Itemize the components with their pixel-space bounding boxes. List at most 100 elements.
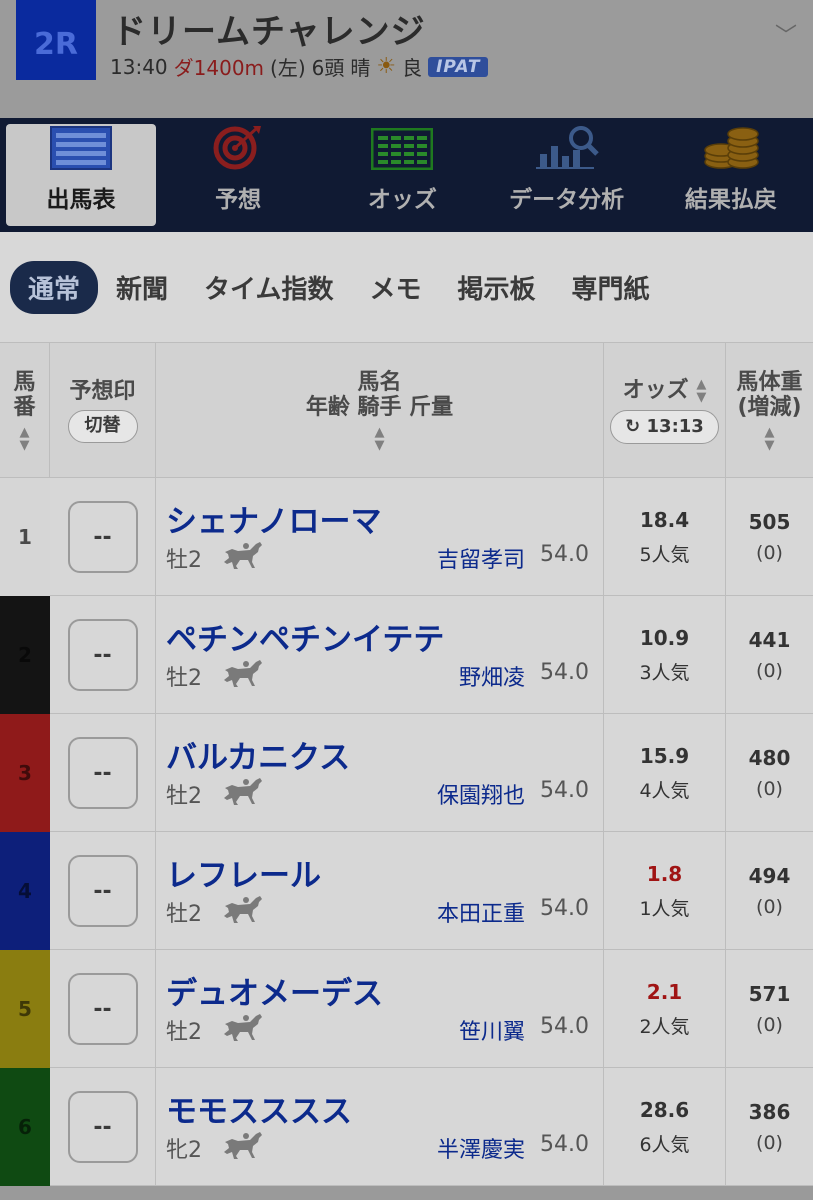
tab-race-card[interactable]: 出馬表 — [6, 124, 156, 226]
odds-value: 10.9 — [639, 625, 690, 650]
horse-name-link[interactable]: モモスススス — [166, 1086, 352, 1131]
race-card-icon — [50, 124, 112, 170]
subtab-time-index[interactable]: タイム指数 — [186, 261, 351, 314]
chevron-down-icon[interactable]: ﹀ — [775, 18, 797, 50]
odds-cell[interactable]: 18.4 5人気 — [604, 478, 726, 596]
prediction-mark-cell: -- — [50, 832, 156, 950]
header-body-weight[interactable]: 馬体重 (増減) ▲ ▼ — [726, 343, 813, 479]
race-title: ドリームチャレンジ — [112, 12, 426, 52]
table-row[interactable]: 2 -- ペチンペチンイテテ 牡2 野畑凌 54.0 10.9 3人気 441 (0) — [0, 596, 813, 714]
tab-label: 結果払戻 — [684, 187, 777, 213]
ipat-badge[interactable]: IPAT — [428, 56, 489, 77]
subtab-board[interactable]: 掲示板 — [440, 261, 554, 314]
prediction-mark-button[interactable]: -- — [67, 501, 138, 573]
prediction-mark-cell: -- — [50, 596, 156, 714]
jockey-name-link[interactable]: 吉留孝司 — [437, 542, 525, 574]
race-course: ダ1400m — [173, 56, 265, 80]
popularity: 4人気 — [639, 779, 690, 802]
odds-value: 15.9 — [639, 743, 690, 768]
body-weight: 494 — [748, 864, 791, 888]
prediction-mark-button[interactable]: -- — [67, 1091, 138, 1163]
odds-cell[interactable]: 15.9 4人気 — [604, 714, 726, 832]
carried-weight: 54.0 — [540, 660, 589, 685]
prediction-mark-button[interactable]: -- — [67, 855, 138, 927]
refresh-icon: ↻ — [625, 415, 641, 437]
header-horse-name[interactable]: 馬名 年齢 騎手 斤量 ▲ ▼ — [156, 343, 604, 479]
gate-number: 3 — [0, 714, 50, 832]
header-odds[interactable]: オッズ ▲ ▼ ↻ 13:13 — [604, 343, 726, 479]
subtab-memo[interactable]: メモ — [352, 261, 440, 314]
header-horse-number[interactable]: 馬 番 ▲ ▼ — [0, 343, 50, 479]
horse-name-link[interactable]: バルカニクス — [166, 732, 350, 777]
carried-weight: 54.0 — [540, 778, 589, 803]
carried-weight: 54.0 — [540, 1014, 589, 1039]
jockey-name-link[interactable]: 笹川翼 — [459, 1014, 525, 1046]
gate-number: 1 — [0, 478, 50, 596]
odds-grid-icon — [371, 122, 434, 170]
jockey-horse-icon — [222, 894, 266, 924]
sex-age: 牡2 — [166, 1020, 202, 1045]
tab-results[interactable]: 結果払戻 — [649, 118, 813, 232]
popularity: 2人気 — [639, 1015, 690, 1038]
race-weather: 晴 — [350, 56, 371, 80]
odds-cell[interactable]: 10.9 3人気 — [604, 596, 726, 714]
sort-icon: ▲ ▼ — [374, 425, 385, 454]
odds-cell[interactable]: 1.8 1人気 — [604, 832, 726, 950]
table-row[interactable]: 5 -- デュオメーデス牡2 笹川翼 54.0 2.1 2人気 571 (0) — [0, 950, 813, 1068]
jockey-horse-icon — [222, 658, 266, 688]
table-row[interactable]: 6 -- モモスススス 牝2 半澤慶実 54.0 28.6 6人気 386 (0) — [0, 1068, 813, 1186]
jockey-name-link[interactable]: 野畑凌 — [459, 660, 525, 692]
race-runners: 6頭 — [311, 56, 345, 80]
popularity: 3人気 — [639, 661, 690, 684]
odds-refresh-button[interactable]: ↻ 13:13 — [610, 409, 719, 445]
body-weight-cell: 386 (0) — [726, 1068, 813, 1186]
gate-number: 2 — [0, 596, 50, 714]
gate-number: 5 — [0, 950, 50, 1068]
sex-age: 牡2 — [166, 902, 202, 927]
jockey-name-link[interactable]: 保園翔也 — [437, 778, 525, 810]
body-weight-change: (0) — [756, 1132, 783, 1154]
tab-data-analysis[interactable]: データ分析 — [485, 118, 649, 232]
jockey-horse-icon — [222, 1012, 266, 1042]
odds-value: 18.4 — [639, 507, 690, 532]
prediction-mark-cell: -- — [50, 714, 156, 832]
target-icon — [213, 122, 263, 170]
race-number-badge: 2R — [16, 0, 96, 80]
horse-name-link[interactable]: ペチンペチンイテテ — [166, 614, 444, 659]
subtab-newspaper[interactable]: 新聞 — [98, 261, 186, 314]
tab-odds[interactable]: オッズ — [320, 118, 484, 232]
table-header: 馬 番 ▲ ▼ 予想印 切替 馬名 年齢 騎手 斤量 ▲ ▼ オッズ ▲ ▼ ↻ 13… — [0, 342, 813, 479]
sub-nav: 通常 新聞 タイム指数 メモ 掲示板 専門紙 — [0, 232, 813, 342]
jockey-name-link[interactable]: 本田正重 — [437, 896, 525, 928]
subtab-expert-paper[interactable]: 専門紙 — [554, 261, 668, 314]
prediction-mark-button[interactable]: -- — [67, 973, 138, 1045]
odds-cell[interactable]: 2.1 2人気 — [604, 950, 726, 1068]
horse-name-link[interactable]: デュオメーデス — [166, 968, 383, 1013]
table-row[interactable]: 3 -- バルカニクス 牡2 保園翔也 54.0 15.9 4人気 480 (0) — [0, 714, 813, 832]
body-weight: 571 — [748, 982, 791, 1006]
odds-cell[interactable]: 28.6 6人気 — [604, 1068, 726, 1186]
table-row[interactable]: 4 -- レフレール 牡2 本田正重 54.0 1.8 1人気 494 (0) — [0, 832, 813, 950]
body-weight-change: (0) — [756, 896, 783, 918]
body-weight-change: (0) — [756, 542, 783, 564]
body-weight-change: (0) — [756, 1014, 783, 1036]
subtab-normal[interactable]: 通常 — [10, 260, 99, 314]
body-weight-cell: 494 (0) — [726, 832, 813, 950]
horse-info-cell: デュオメーデス牡2 笹川翼 54.0 — [156, 950, 604, 1068]
popularity: 6人気 — [639, 1133, 690, 1156]
tab-prediction[interactable]: 予想 — [156, 118, 320, 232]
mark-toggle-button[interactable]: 切替 — [67, 410, 138, 443]
horse-name-link[interactable]: シェナノローマ — [166, 496, 381, 541]
jockey-name-link[interactable]: 半澤慶実 — [437, 1132, 525, 1164]
sex-age: 牡2 — [166, 548, 202, 573]
jockey-horse-icon — [222, 776, 266, 806]
horse-name-link[interactable]: レフレール — [166, 850, 321, 895]
jockey-horse-icon — [222, 540, 266, 570]
prediction-mark-button[interactable]: -- — [67, 737, 138, 809]
table-row[interactable]: 1 -- シェナノローマ 牡2 吉留孝司 54.0 18.4 5人気 505 (0) — [0, 478, 813, 596]
prediction-mark-button[interactable]: -- — [67, 619, 138, 691]
prediction-mark-cell: -- — [50, 950, 156, 1068]
horse-info-cell: モモスススス 牝2 半澤慶実 54.0 — [156, 1068, 604, 1186]
gate-number: 4 — [0, 832, 50, 950]
race-header: 2R ドリームチャレンジ 13:40 ダ1400m (左) 6頭 晴 ☀ 良 I… — [0, 0, 813, 118]
